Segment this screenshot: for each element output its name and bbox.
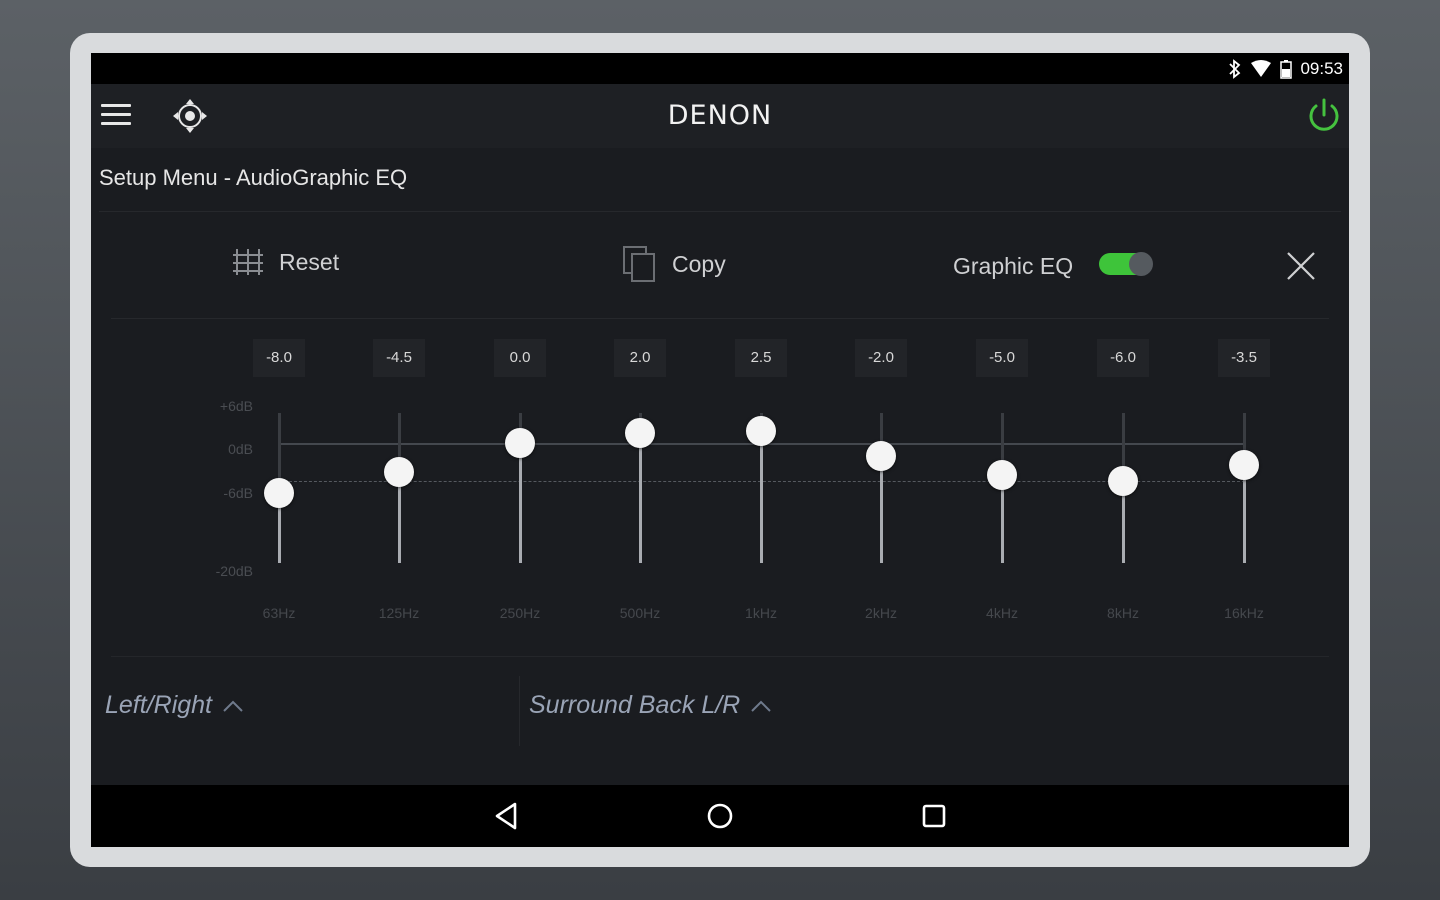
power-icon[interactable] [1305,96,1343,136]
band-value-box: 2.0 [614,339,666,377]
band-slider-fill [880,455,883,563]
status-time: 09:53 [1300,58,1343,78]
eq-toolbar: Reset Copy Graphic EQ [91,233,1349,303]
band-frequency-label: 16kHz [1224,605,1264,621]
back-icon[interactable] [489,799,523,833]
divider [111,656,1329,657]
db-label-plus6: +6dB [219,398,253,414]
copy-label: Copy [672,250,726,277]
band-frequency-label: 4kHz [986,605,1018,621]
band-slider-fill [760,430,763,563]
band-slider-knob[interactable] [384,456,414,487]
chevron-up-icon [751,700,771,712]
page-title: Setup Menu - AudioGraphic EQ [99,165,408,190]
channel-left-right[interactable]: Left/Right [105,691,244,720]
band-value-box: -4.5 [373,339,425,377]
divider [111,318,1329,319]
band-slider-knob[interactable] [625,418,655,448]
channel-surround-back-label: Surround Back L/R [529,691,741,719]
bluetooth-icon [1229,58,1241,79]
graphic-eq-toggle[interactable] [1099,251,1153,277]
band-value-box: 2.5 [735,339,787,377]
channel-separator [519,676,520,746]
reset-icon [233,249,263,275]
eq-graph: +6dB 0dB -6dB -20dB -8.0 63Hz -4.5 125Hz 0.0… [91,323,1349,653]
recents-icon[interactable] [917,799,951,833]
band-value-box: -6.0 [1097,339,1149,377]
band-slider-knob[interactable] [746,415,776,446]
band-frequency-label: 125Hz [378,605,420,621]
chevron-up-icon [223,700,243,712]
channel-left-right-label: Left/Right [105,691,213,719]
band-value-box: -5.0 [976,339,1028,377]
battery-icon [1280,59,1293,79]
app-screen: 09:53 DENON Setup Menu - AudioGraphic EQ… [91,53,1349,847]
toggle-knob [1129,252,1153,276]
band-value-box: -3.5 [1218,339,1270,377]
band-slider-fill [519,443,522,563]
band-frequency-label: 8kHz [1107,605,1139,621]
band-value-box: -8.0 [253,339,305,377]
band-value-box: -2.0 [855,339,907,377]
band-frequency-label: 1kHz [745,605,777,621]
copy-button[interactable]: Copy [622,245,726,283]
band-slider-knob[interactable] [866,440,896,471]
wifi-icon [1251,59,1272,77]
band-slider-knob[interactable] [1108,466,1138,496]
db-label-minus20: -20dB [215,563,253,579]
system-nav-bar [91,785,1349,847]
copy-icon [623,246,655,282]
brand-logo: DENON [667,100,773,131]
band-frequency-label: 2kHz [865,605,897,621]
band-frequency-label: 500Hz [619,605,661,621]
reset-label: Reset [279,248,340,275]
band-slider-knob[interactable] [1229,450,1259,481]
channel-surround-back[interactable]: Surround Back L/R [529,691,772,720]
graphic-eq-label: Graphic EQ [953,253,1074,279]
divider [99,211,1341,212]
app-bar: DENON [91,84,1349,148]
band-frequency-label: 250Hz [499,605,541,621]
close-icon[interactable] [1285,250,1317,282]
home-icon[interactable] [703,799,737,833]
reset-button[interactable]: Reset [231,245,339,279]
db-label-minus6: -6dB [223,485,253,501]
band-frequency-label: 63Hz [262,605,296,621]
db-label-0: 0dB [228,441,253,457]
band-slider-fill [639,433,642,563]
band-value-box: 0.0 [494,339,546,377]
band-slider-knob[interactable] [505,428,535,458]
band-slider-knob[interactable] [264,477,294,508]
band-slider-knob[interactable] [987,459,1017,490]
status-bar: 09:53 [91,53,1349,84]
